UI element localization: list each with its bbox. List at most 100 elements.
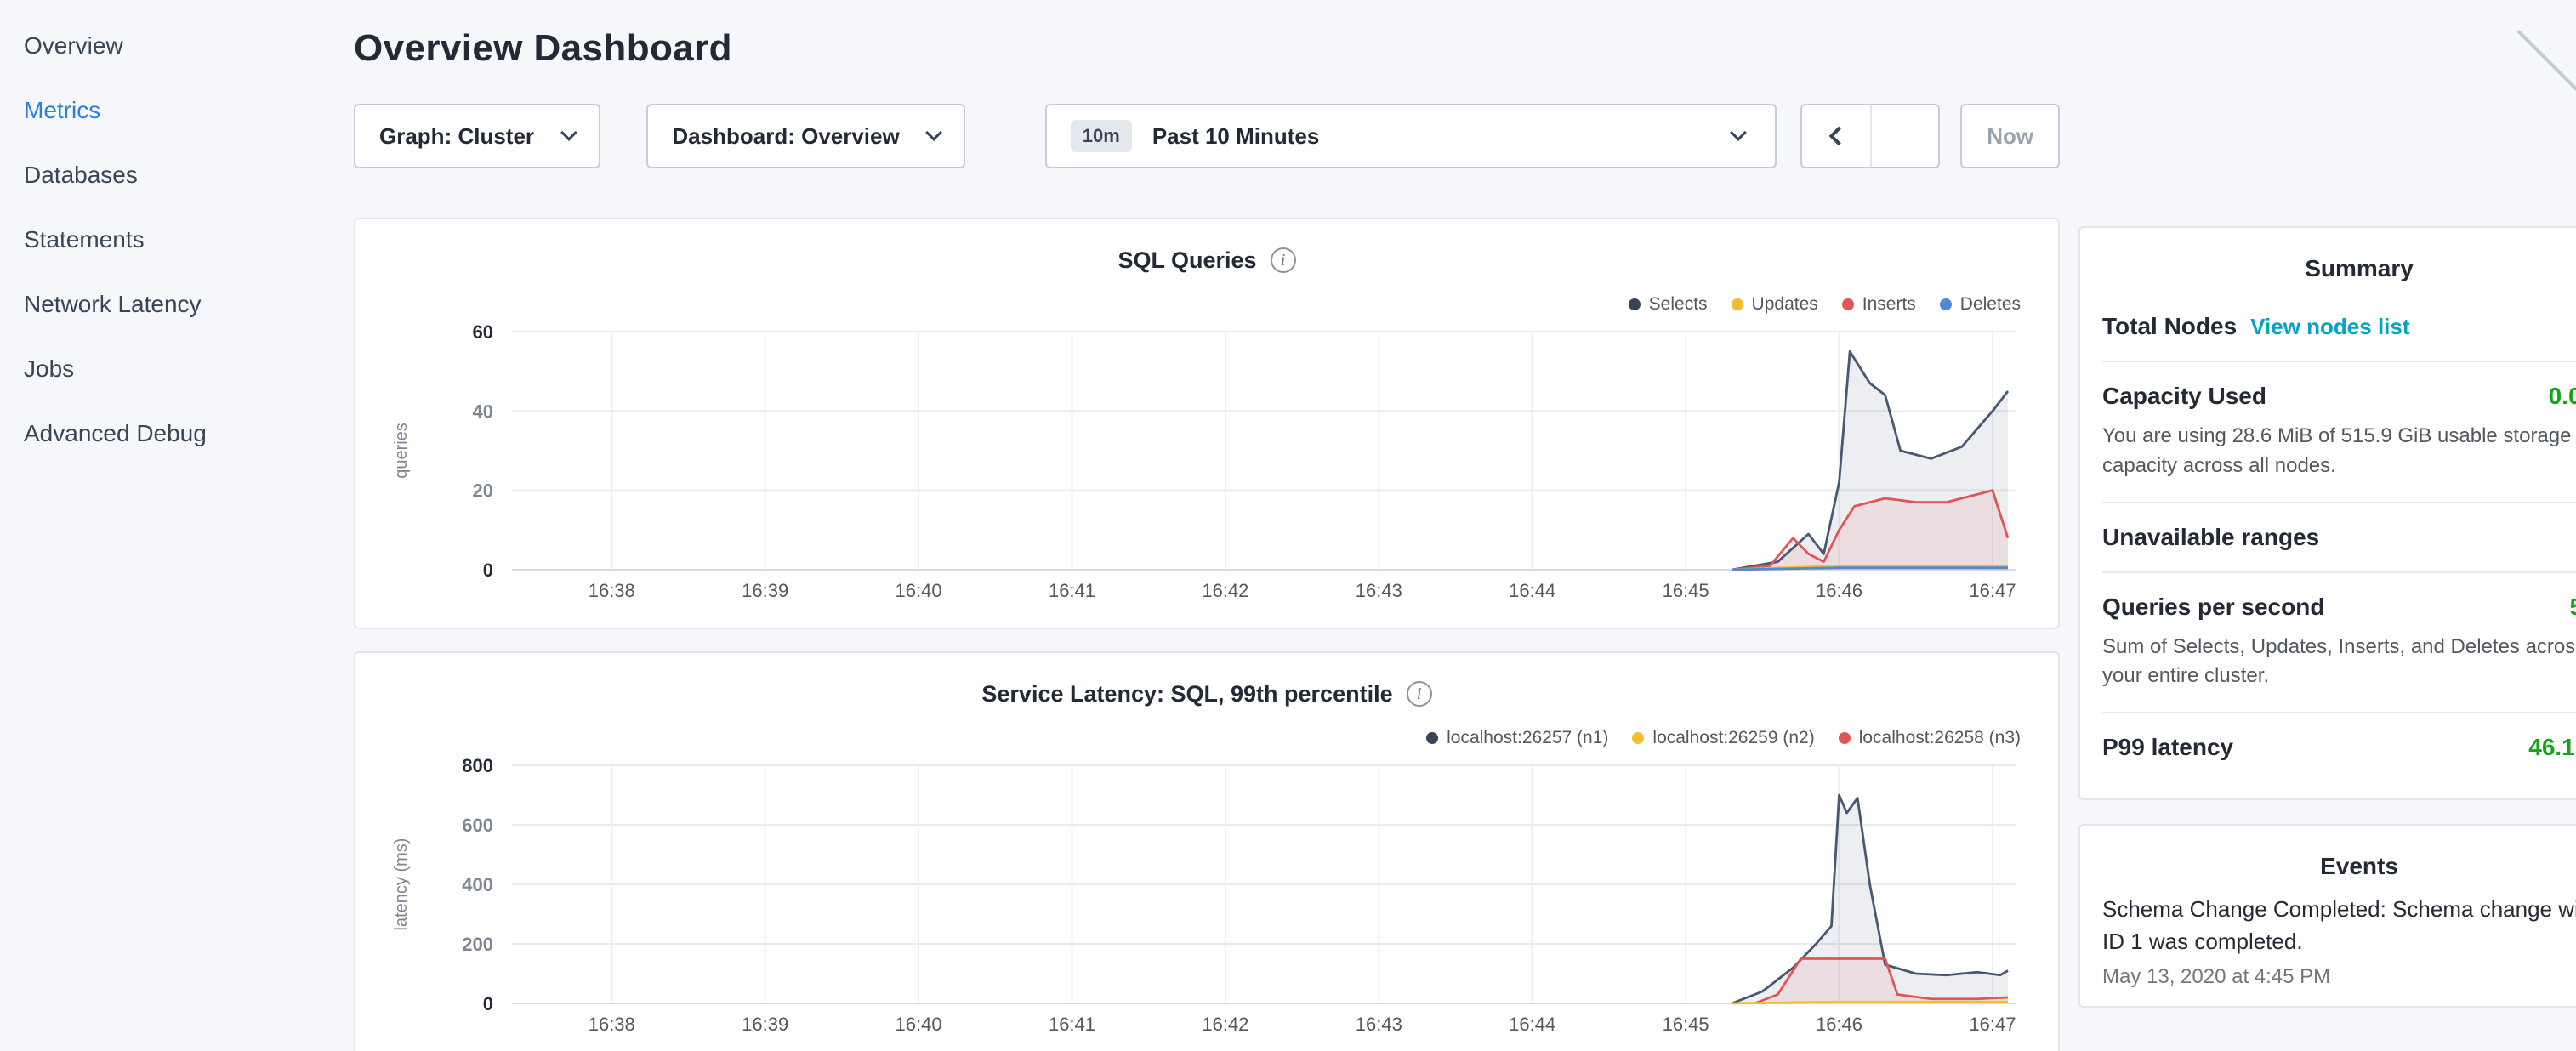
sidebar-item-overview[interactable]: Overview [0, 14, 323, 78]
sql-queries-chart-card: SQL Queries SelectsUpdatesInsertsDeletes… [354, 218, 2060, 629]
svg-text:600: 600 [462, 815, 493, 836]
legend-item: Selects [1629, 294, 1708, 315]
svg-text:16:47: 16:47 [1969, 580, 2016, 601]
legend-item: Inserts [1842, 294, 1916, 315]
time-step-buttons [1800, 104, 1940, 168]
svg-text:16:43: 16:43 [1356, 1014, 1402, 1035]
summary-row-total-nodes: Total Nodes View nodes list 3 [2102, 293, 2576, 362]
summary-label: Unavailable ranges [2102, 524, 2319, 551]
summary-label: Queries per second [2102, 594, 2324, 621]
summary-value: 59.7 [2570, 594, 2576, 621]
sidebar-item-network-latency[interactable]: Network Latency [0, 272, 323, 337]
legend-item: localhost:26259 (n2) [1632, 728, 1814, 748]
event-timestamp: May 13, 2020 at 4:45 PM [2102, 965, 2576, 989]
legend-item: Deletes [1940, 294, 2021, 315]
summary-value: 0.01% [2549, 383, 2576, 410]
svg-text:16:42: 16:42 [1202, 580, 1248, 601]
chevron-down-icon [1730, 124, 1747, 141]
svg-text:16:38: 16:38 [589, 1014, 635, 1035]
time-range-label: Past 10 Minutes [1152, 123, 1320, 150]
info-icon[interactable] [1407, 681, 1432, 707]
sidebar-item-statements[interactable]: Statements [0, 207, 323, 272]
service-latency-chart-card: Service Latency: SQL, 99th percentile lo… [354, 651, 2060, 1051]
svg-text:16:39: 16:39 [742, 580, 788, 601]
summary-row-p99-latency: P99 latency 46.1 ms [2102, 713, 2576, 781]
time-back-button[interactable] [1802, 105, 1870, 167]
summary-label: P99 latency [2102, 734, 2233, 761]
summary-label: Capacity Used [2102, 383, 2266, 410]
view-nodes-list-link[interactable]: View nodes list [2250, 314, 2409, 340]
svg-text:800: 800 [462, 755, 493, 776]
chart-legend: localhost:26257 (n1) localhost:26259 (n2)… [1426, 728, 2021, 748]
chevron-down-icon [925, 124, 942, 141]
events-panel: Events Schema Change Completed: Schema c… [2078, 824, 2576, 1007]
info-icon[interactable] [1271, 247, 1296, 273]
legend-item: Updates [1732, 294, 1818, 315]
main-content: Overview Dashboard Graph: Cluster Dashbo… [354, 0, 2060, 1051]
svg-text:40: 40 [473, 401, 493, 422]
svg-text:60: 60 [473, 321, 493, 343]
time-range-badge: 10m [1071, 120, 1132, 152]
svg-text:16:44: 16:44 [1509, 580, 1555, 601]
time-forward-button[interactable] [1870, 105, 1938, 167]
svg-text:16:47: 16:47 [1969, 1014, 2016, 1035]
legend-item: localhost:26257 (n1) [1426, 728, 1608, 748]
chevron-down-icon [561, 124, 578, 141]
summary-label: Total Nodes [2102, 313, 2237, 340]
svg-text:queries: queries [392, 423, 411, 479]
event-text: Schema Change Completed: Schema change w… [2102, 894, 2576, 957]
svg-text:16:38: 16:38 [589, 580, 635, 601]
summary-row-queries-per-second: Queries per second 59.7 Sum of Selects, … [2102, 573, 2576, 714]
now-button[interactable]: Now [1960, 104, 2060, 168]
svg-text:16:41: 16:41 [1049, 1014, 1095, 1035]
time-range-dropdown[interactable]: 10m Past 10 Minutes [1045, 104, 1777, 168]
summary-description: You are using 28.6 MiB of 515.9 GiB usab… [2102, 422, 2576, 481]
svg-text:200: 200 [462, 934, 493, 955]
svg-text:0: 0 [483, 560, 493, 581]
graph-scope-dropdown[interactable]: Graph: Cluster [354, 104, 600, 168]
sidebar: Overview Metrics Databases Statements Ne… [0, 0, 323, 466]
svg-text:latency (ms): latency (ms) [392, 838, 411, 931]
dashboard-label: Dashboard: Overview [672, 123, 899, 150]
svg-text:16:44: 16:44 [1509, 1014, 1555, 1035]
svg-text:16:43: 16:43 [1356, 580, 1402, 601]
event-item: Schema Change Completed: Schema change w… [2102, 894, 2576, 988]
service-latency-chart: 16:38 16:39 16:40 16:41 16:42 16:43 16:44 16:45… [379, 755, 2038, 1041]
summary-panel: Summary Total Nodes View nodes list 3 Ca… [2078, 226, 2576, 800]
svg-text:16:40: 16:40 [896, 1014, 942, 1035]
svg-text:16:46: 16:46 [1816, 1014, 1862, 1035]
svg-text:16:42: 16:42 [1202, 1014, 1248, 1035]
legend-dot-icon [1629, 298, 1641, 310]
chart-title: Service Latency: SQL, 99th percentile [981, 681, 1392, 707]
sidebar-item-advanced-debug[interactable]: Advanced Debug [0, 401, 323, 466]
legend-dot-icon [1632, 732, 1644, 744]
summary-description: Sum of Selects, Updates, Inserts, and De… [2102, 633, 2576, 692]
page-title: Overview Dashboard [354, 27, 2060, 70]
legend-dot-icon [1732, 298, 1743, 310]
summary-row-capacity-used: Capacity Used 0.01% You are using 28.6 M… [2102, 362, 2576, 503]
svg-text:16:45: 16:45 [1663, 1014, 1709, 1035]
sidebar-item-metrics[interactable]: Metrics [0, 78, 323, 143]
chevron-left-icon [1829, 127, 1849, 146]
sidebar-item-databases[interactable]: Databases [0, 143, 323, 207]
svg-text:0: 0 [483, 993, 493, 1014]
summary-row-unavailable-ranges: Unavailable ranges 0 [2102, 503, 2576, 573]
right-panel: Summary Total Nodes View nodes list 3 Ca… [2078, 226, 2576, 1008]
svg-text:16:40: 16:40 [896, 580, 942, 601]
sql-queries-chart: 16:38 16:39 16:40 16:41 16:42 16:43 16:44 16:45… [379, 321, 2038, 607]
svg-text:400: 400 [462, 874, 493, 895]
legend-dot-icon [1940, 298, 1952, 310]
svg-text:16:39: 16:39 [742, 1014, 788, 1035]
svg-text:16:45: 16:45 [1663, 580, 1709, 601]
summary-value: 46.1 ms [2528, 734, 2576, 761]
events-title: Events [2102, 853, 2576, 880]
legend-dot-icon [1426, 732, 1438, 744]
svg-text:20: 20 [473, 480, 493, 502]
sidebar-item-jobs[interactable]: Jobs [0, 337, 323, 401]
svg-text:16:41: 16:41 [1049, 580, 1095, 601]
graph-scope-label: Graph: Cluster [379, 123, 534, 150]
legend-item: localhost:26258 (n3) [1839, 728, 2021, 748]
legend-dot-icon [1839, 732, 1851, 744]
toolbar: Graph: Cluster Dashboard: Overview 10m P… [354, 104, 2060, 168]
dashboard-dropdown[interactable]: Dashboard: Overview [646, 104, 964, 168]
